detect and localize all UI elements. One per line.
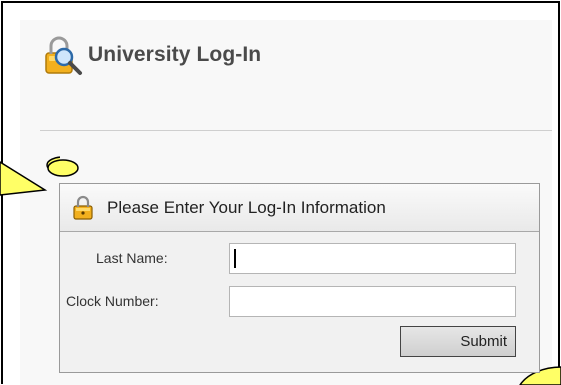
- submit-button[interactable]: Submit: [400, 326, 516, 357]
- last-name-input[interactable]: [229, 243, 516, 274]
- header-divider: [40, 130, 552, 131]
- padlock-icon: [73, 195, 93, 220]
- padlock-magnifier-icon: [45, 36, 82, 75]
- clock-number-input[interactable]: [229, 286, 516, 317]
- login-panel-header: Please Enter Your Log-In Information: [60, 184, 539, 232]
- login-panel: Please Enter Your Log-In Information Las…: [59, 183, 540, 373]
- text-cursor: [234, 249, 236, 268]
- callout-bubble-ellipse: [47, 159, 79, 177]
- last-name-row: Last Name:: [60, 243, 539, 275]
- page-header: University Log-In: [40, 30, 261, 80]
- clock-number-label: Clock Number:: [66, 293, 159, 309]
- last-name-label: Last Name:: [96, 250, 168, 266]
- page-title: University Log-In: [88, 43, 262, 66]
- login-panel-title: Please Enter Your Log-In Information: [107, 197, 386, 217]
- clock-number-row: Clock Number:: [60, 286, 539, 318]
